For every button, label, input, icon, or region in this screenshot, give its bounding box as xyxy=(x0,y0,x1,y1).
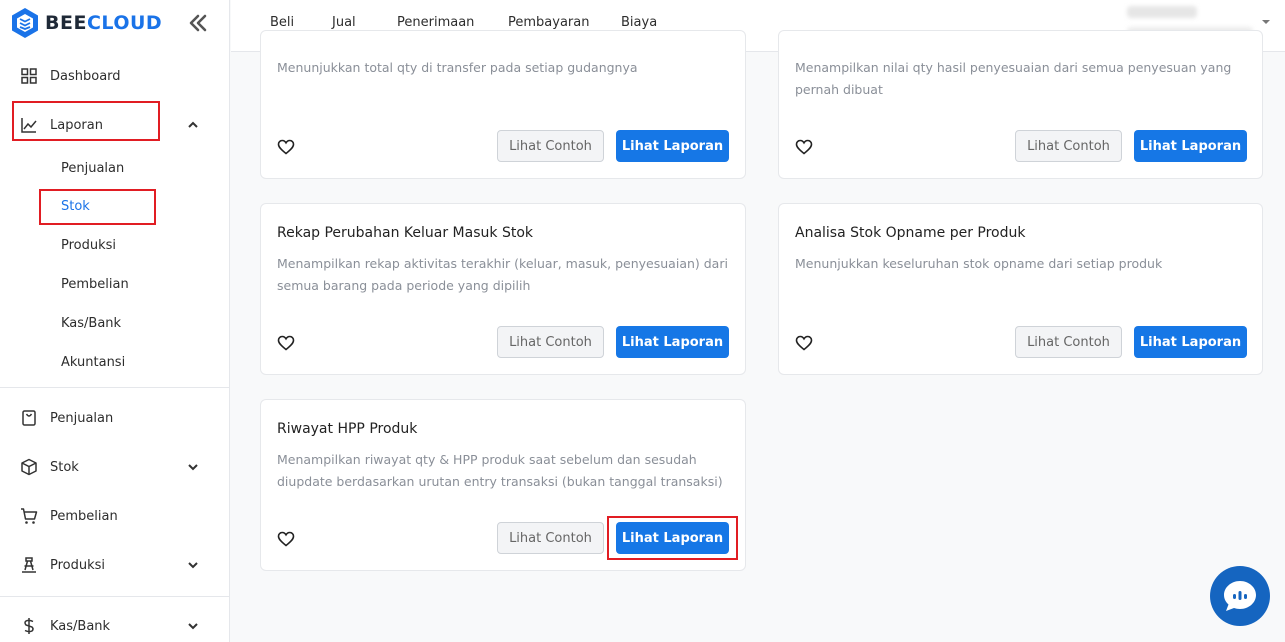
sidebar-item-label: Dashboard xyxy=(50,68,121,84)
card-description: Menunjukkan total qty di transfer pada s… xyxy=(277,60,638,75)
view-example-button[interactable]: Lihat Contoh xyxy=(497,522,604,554)
card-title: Rekap Perubahan Keluar Masuk Stok xyxy=(277,225,533,241)
card-description: Menampilkan nilai qty hasil penyesuaian … xyxy=(795,60,1232,97)
heart-icon[interactable] xyxy=(795,335,813,351)
topnav-pembayaran[interactable]: Pembayaran xyxy=(508,15,589,30)
chevron-down-icon xyxy=(188,562,198,569)
heart-icon[interactable] xyxy=(277,139,295,155)
chevron-down-icon xyxy=(188,464,198,471)
view-report-button[interactable]: Lihat Laporan xyxy=(616,326,729,358)
sidebar: BEECLOUD Dashboard Laporan Penjualan Sto… xyxy=(0,0,230,642)
topnav-jual[interactable]: Jual xyxy=(332,15,356,30)
sidebar-item-kas-bank[interactable]: Kas/Bank xyxy=(0,609,229,642)
card-title: Riwayat HPP Produk xyxy=(277,421,418,437)
sidebar-item-label: Produksi xyxy=(50,557,106,573)
brand[interactable]: BEECLOUD xyxy=(0,0,229,46)
box-icon xyxy=(21,458,37,476)
sub-item-produksi[interactable]: Produksi xyxy=(61,238,116,253)
highlight-box-laporan xyxy=(12,101,160,141)
sidebar-item-label: Stok xyxy=(50,459,79,475)
view-report-button[interactable]: Lihat Laporan xyxy=(1134,326,1247,358)
highlight-box-stok xyxy=(39,189,156,225)
heart-icon[interactable] xyxy=(277,531,295,547)
report-card: Rekap Perubahan Keluar Masuk Stok Menamp… xyxy=(260,203,746,375)
report-card: Analisa Stok Opname per Produk Menunjukk… xyxy=(778,203,1263,375)
card-description: Menunjukkan keseluruhan stok opname dari… xyxy=(795,256,1163,271)
view-example-button[interactable]: Lihat Contoh xyxy=(497,130,604,162)
divider xyxy=(0,596,229,597)
sidebar-item-label: Penjualan xyxy=(50,410,114,426)
sidebar-item-label: Kas/Bank xyxy=(50,618,111,634)
sidebar-item-penjualan[interactable]: Penjualan xyxy=(0,401,229,435)
grid-icon xyxy=(21,68,37,84)
sidebar-item-dashboard[interactable]: Dashboard xyxy=(0,59,229,93)
sidebar-item-stok[interactable]: Stok xyxy=(0,450,229,484)
shopping-cart-icon xyxy=(21,508,38,524)
report-card: Menampilkan nilai qty hasil penyesuaian … xyxy=(778,30,1263,179)
chat-bubble-icon xyxy=(1224,581,1256,611)
view-report-button[interactable]: Lihat Laporan xyxy=(616,130,729,162)
heart-icon[interactable] xyxy=(795,139,813,155)
sub-item-kas-bank[interactable]: Kas/Bank xyxy=(61,316,121,331)
factory-icon xyxy=(22,557,36,573)
card-title: Analisa Stok Opname per Produk xyxy=(795,225,1026,241)
heart-icon[interactable] xyxy=(277,335,295,351)
sidebar-item-produksi[interactable]: Produksi xyxy=(0,548,229,582)
shopping-bag-icon xyxy=(22,410,36,426)
view-report-button[interactable]: Lihat Laporan xyxy=(1134,130,1247,162)
chat-button[interactable] xyxy=(1210,566,1270,626)
view-example-button[interactable]: Lihat Contoh xyxy=(1015,326,1122,358)
view-example-button[interactable]: Lihat Contoh xyxy=(1015,130,1122,162)
dollar-icon xyxy=(24,618,34,634)
caret-down-icon[interactable] xyxy=(1261,18,1271,26)
brand-name: BEECLOUD xyxy=(45,12,163,34)
sub-item-akuntansi[interactable]: Akuntansi xyxy=(61,355,125,370)
sidebar-item-pembelian[interactable]: Pembelian xyxy=(0,499,229,533)
sub-item-pembelian[interactable]: Pembelian xyxy=(61,277,129,292)
card-description: Menampilkan rekap aktivitas terakhir (ke… xyxy=(277,256,728,293)
view-example-button[interactable]: Lihat Contoh xyxy=(497,326,604,358)
highlight-box-view-report xyxy=(607,516,738,560)
chevron-up-icon xyxy=(188,121,198,128)
chevron-down-icon xyxy=(188,623,198,630)
card-description: Menampilkan riwayat qty & HPP produk saa… xyxy=(277,452,723,489)
topnav-biaya[interactable]: Biaya xyxy=(621,15,657,30)
bee-logo-icon xyxy=(12,8,38,38)
divider xyxy=(0,387,229,388)
sidebar-item-label: Pembelian xyxy=(50,508,118,524)
collapse-sidebar-icon[interactable] xyxy=(186,13,210,33)
sub-item-penjualan[interactable]: Penjualan xyxy=(61,161,124,176)
topnav-penerimaan[interactable]: Penerimaan xyxy=(397,15,474,30)
topnav-beli[interactable]: Beli xyxy=(270,15,294,30)
user-name-blurred[interactable] xyxy=(1127,6,1197,18)
report-card: Menunjukkan total qty di transfer pada s… xyxy=(260,30,746,179)
